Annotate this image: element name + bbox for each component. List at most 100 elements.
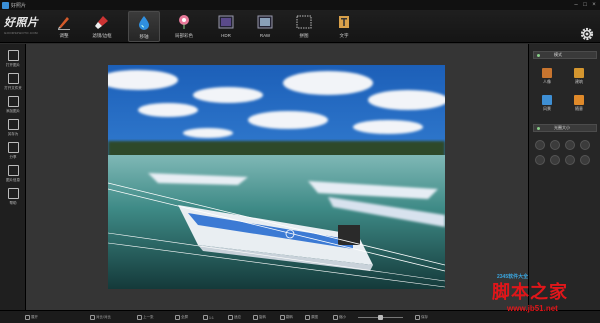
zoom-slider[interactable]: [358, 315, 403, 320]
tool-label: 文字: [339, 33, 349, 38]
top-toolbar: 好照片 GOODSPHOTO.COM 调整 滤镜/边框 移轴 局部彩色 HDR: [0, 10, 600, 43]
fullscreen-button[interactable]: 全屏: [175, 314, 188, 321]
mode-building[interactable]: 建筑: [568, 68, 590, 88]
sidebar-item-label: 打开图片: [6, 63, 20, 67]
tool-label: RAW: [259, 33, 271, 38]
zoom-out-icon: [333, 315, 338, 320]
gear-icon[interactable]: [580, 27, 594, 41]
aperture-size-8[interactable]: [580, 155, 590, 165]
mode-header: 模式: [533, 51, 597, 59]
flip-button[interactable]: 翻转: [280, 314, 293, 321]
actual-size-icon: [203, 315, 208, 320]
tool-raw[interactable]: RAW: [249, 11, 281, 42]
help-icon: [7, 188, 19, 199]
bottom-button-label: 翻转: [286, 315, 293, 319]
mode-landscape[interactable]: 风景: [536, 95, 558, 115]
zoom-out-button[interactable]: 缩小: [333, 314, 346, 321]
sidebar-item-share[interactable]: 分享: [2, 141, 24, 163]
flip-icon: [280, 315, 285, 320]
logo-subtitle: GOODSPHOTO.COM: [4, 31, 38, 35]
tool-text[interactable]: 文字: [328, 11, 360, 42]
aperture-size-6[interactable]: [550, 155, 560, 165]
add-image-icon: [7, 96, 19, 107]
actual-size-button[interactable]: 1:1: [203, 314, 214, 321]
sidebar-item-label: 图片信息: [6, 178, 20, 182]
save-button[interactable]: 保存: [415, 314, 428, 321]
sidebar-item-save-as[interactable]: 另存为: [2, 118, 24, 140]
aperture-size-5[interactable]: [535, 155, 545, 165]
grid-icon: [296, 15, 312, 29]
freeform-icon: [574, 95, 584, 105]
fullscreen-icon: [175, 315, 180, 320]
building-icon: [574, 68, 584, 78]
mode-freeform[interactable]: 随意: [568, 95, 590, 115]
open-file-icon: [7, 50, 19, 61]
original-button[interactable]: 原图: [305, 314, 318, 321]
tool-label: 拼图: [299, 33, 309, 38]
compare-button[interactable]: 对比/对比: [90, 314, 111, 321]
mode-label: 风景: [543, 106, 551, 111]
window-title: 好照片: [11, 2, 27, 9]
fit-button[interactable]: 适应: [228, 314, 241, 321]
raw-icon: [257, 15, 273, 29]
maximize-button[interactable]: □: [582, 1, 588, 9]
tool-tilt-shift[interactable]: 移轴: [128, 11, 160, 42]
logo: 好照片 GOODSPHOTO.COM: [4, 14, 42, 38]
mode-label: 人像: [543, 79, 551, 84]
bottom-button-label: 原图: [311, 315, 318, 319]
aperture-size-2[interactable]: [550, 140, 560, 150]
left-sidebar: 打开图片 打开文件夹 添加图片 另存为 分享 图片信息 帮助: [0, 44, 26, 310]
bottom-button-label: 适应: [234, 315, 241, 319]
hdr-icon: [218, 15, 234, 29]
aperture-size-4[interactable]: [580, 140, 590, 150]
aperture-header: 光圈大小: [533, 124, 597, 132]
brush-icon: [95, 16, 108, 29]
sidebar-item-label: 分享: [9, 155, 17, 159]
compare-icon: [90, 315, 95, 320]
mode-label: 随意: [575, 106, 583, 111]
sidebar-item-label: 帮助: [9, 201, 17, 205]
landscape-icon: [542, 95, 552, 105]
sidebar-item-image-info[interactable]: 图片信息: [2, 164, 24, 186]
zoom-slider-handle[interactable]: [378, 315, 383, 320]
close-button[interactable]: ×: [591, 1, 597, 9]
save-as-icon: [7, 119, 19, 130]
bottom-button-label: 旋转: [259, 315, 266, 319]
aperture-size-3[interactable]: [565, 140, 575, 150]
sidebar-item-help[interactable]: 帮助: [2, 187, 24, 209]
prev-button[interactable]: 上一张: [137, 314, 154, 321]
bottom-bar: 展开 对比/对比 上一张 全屏 1:1 适应 旋转 翻转 原图 缩小 保存: [0, 310, 600, 323]
sidebar-item-add-image[interactable]: 添加图片: [2, 95, 24, 117]
aperture-size-7[interactable]: [565, 155, 575, 165]
tool-local-color[interactable]: 局部彩色: [168, 11, 200, 42]
mode-portrait[interactable]: 人像: [536, 68, 558, 88]
prev-icon: [137, 315, 142, 320]
bottom-button-label: 对比/对比: [96, 315, 111, 319]
portrait-icon: [542, 68, 552, 78]
pen-icon: [58, 17, 70, 30]
title-bar: 好照片 – □ ×: [0, 0, 600, 10]
tool-hdr[interactable]: HDR: [210, 11, 242, 42]
tool-collage[interactable]: 拼图: [288, 11, 320, 42]
status-dot: [537, 53, 540, 57]
tool-label: 局部彩色: [175, 33, 193, 38]
save-icon: [415, 315, 420, 320]
tool-label: 移轴: [139, 34, 149, 39]
tool-filter-frame[interactable]: 滤镜/边框: [86, 11, 118, 42]
fit-icon: [228, 315, 233, 320]
tool-adjust[interactable]: 调整: [48, 11, 80, 42]
mode-header-label: 模式: [554, 52, 562, 57]
aperture-header-label: 光圈大小: [554, 125, 570, 130]
bottom-button-label: 1:1: [209, 315, 214, 320]
rotate-button[interactable]: 旋转: [253, 314, 266, 321]
bottom-button-label: 保存: [421, 315, 428, 319]
right-panel: 模式 人像 建筑 风景 随意 光圈大小: [528, 44, 600, 310]
sidebar-item-open-image[interactable]: 打开图片: [2, 49, 24, 71]
expand-icon: [25, 315, 30, 320]
expand-button[interactable]: 展开: [25, 314, 38, 321]
aperture-size-1[interactable]: [535, 140, 545, 150]
photo-preview[interactable]: [108, 65, 445, 289]
sidebar-item-open-folder[interactable]: 打开文件夹: [2, 72, 24, 94]
bottom-button-label: 上一张: [143, 315, 154, 319]
minimize-button[interactable]: –: [573, 1, 579, 9]
